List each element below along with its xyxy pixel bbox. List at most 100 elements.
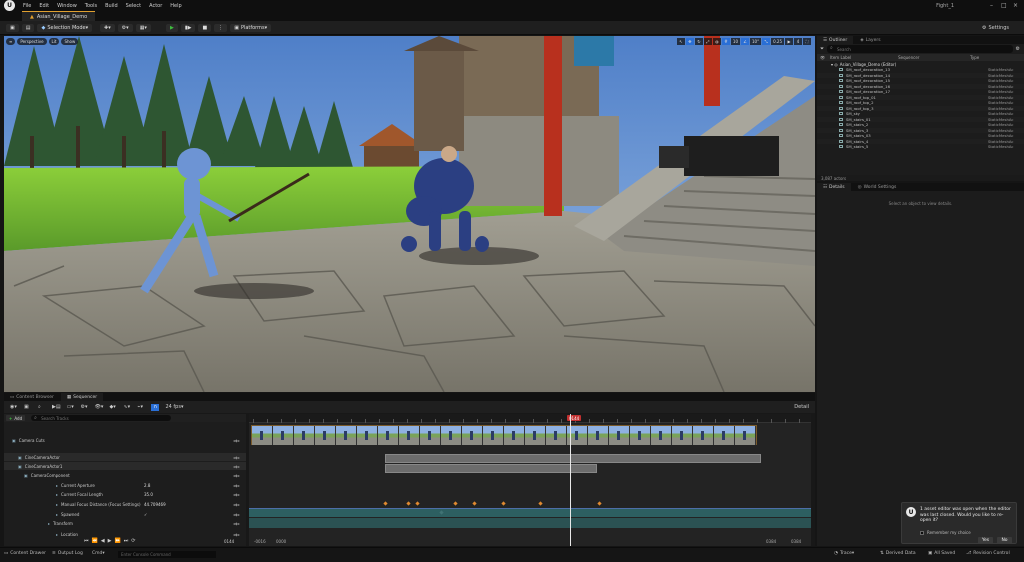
grid-snap-value[interactable]: 10: [730, 38, 740, 45]
timeline-area[interactable]: 0144: [249, 414, 811, 546]
scale-snap-icon[interactable]: ⤡: [762, 38, 771, 45]
output-log-button[interactable]: ≡ Output Log: [52, 551, 83, 556]
add-track-button[interactable]: + Add: [6, 415, 26, 421]
menu-window[interactable]: Window: [57, 3, 77, 9]
select-tool-icon[interactable]: ↖: [676, 38, 685, 45]
grid-snap-icon[interactable]: #: [721, 38, 730, 45]
viewport-options-icon[interactable]: ≡: [6, 38, 16, 45]
selection-mode-button[interactable]: ◆ Selection Mode ▾: [37, 24, 93, 32]
fps-selector[interactable]: 24 fps ▾: [165, 404, 183, 411]
save-icon[interactable]: ▣: [6, 24, 19, 32]
tab-world-settings[interactable]: ◎ World Settings: [851, 183, 903, 191]
outliner-search-input[interactable]: Search: [827, 45, 1013, 53]
stop-icon[interactable]: ■: [198, 24, 212, 32]
prev-key-icon[interactable]: ⏪: [92, 538, 98, 544]
camera-speed-icon[interactable]: ▶: [785, 38, 793, 45]
playhead-line[interactable]: [570, 414, 571, 546]
track-controls-icon[interactable]: ◂◆▸: [233, 532, 240, 537]
playback-end-field[interactable]: 0384: [766, 539, 776, 544]
scale-snap-value[interactable]: 0.25: [771, 38, 784, 45]
revision-control-button[interactable]: ⎇ Revision Control: [966, 551, 1010, 556]
keyframe-marker[interactable]: [453, 501, 458, 506]
add-actor-icon[interactable]: ✚▾: [100, 24, 115, 32]
find-asset-icon[interactable]: ⌕: [38, 404, 46, 411]
snap-magnet-icon[interactable]: ∩: [151, 403, 160, 411]
col-sequencer[interactable]: Sequencer: [898, 55, 970, 60]
track-controls-icon[interactable]: ◂◆▸: [233, 483, 240, 488]
menu-help[interactable]: Help: [170, 3, 181, 9]
show-button[interactable]: Show: [61, 38, 79, 45]
menu-select[interactable]: Select: [126, 3, 141, 9]
content-icon[interactable]: ▤: [21, 24, 35, 32]
track-row[interactable]: ▣ CineCameraActor1 ◂◆▸: [4, 462, 246, 470]
camera-icon[interactable]: ▭▾: [67, 404, 75, 411]
world-icon[interactable]: ◉▾: [10, 404, 18, 411]
loop-icon[interactable]: ⟳: [131, 538, 135, 544]
filter-icon[interactable]: ⏷: [820, 46, 824, 52]
track-search-input[interactable]: Search Tracks: [31, 415, 172, 421]
sequence-name[interactable]: Detail: [794, 404, 809, 411]
tab-sequencer[interactable]: ▦ Sequencer: [60, 393, 104, 401]
console-command-input[interactable]: Enter Console Command: [118, 551, 216, 558]
lit-button[interactable]: Lit: [48, 38, 60, 45]
track-controls-icon[interactable]: ◂◆▸: [233, 521, 240, 526]
curve-icon[interactable]: ∿▾: [123, 404, 131, 411]
play-icon[interactable]: ▶: [166, 24, 178, 32]
track-row[interactable]: ▣ Camera Cuts ◂◆▸: [4, 436, 246, 445]
menu-actor[interactable]: Actor: [149, 3, 162, 9]
jump-start-icon[interactable]: ⏮: [84, 538, 89, 544]
save-sequence-icon[interactable]: ▣: [24, 404, 32, 411]
menu-build[interactable]: Build: [105, 3, 118, 9]
track-controls-icon[interactable]: ◂◆▸: [233, 492, 240, 497]
keyframe-marker[interactable]: [501, 501, 506, 506]
play-sequence-icon[interactable]: ▶: [108, 538, 112, 544]
track-row[interactable]: ▸ Transform ◂◆▸: [4, 519, 246, 527]
reverse-play-icon[interactable]: ◀: [101, 538, 105, 544]
close-icon[interactable]: ×: [1013, 2, 1018, 9]
visibility-icon[interactable]: 👁: [820, 55, 825, 60]
step-icon[interactable]: ▮▶: [180, 24, 196, 32]
cinematics-icon[interactable]: ▦▾: [135, 24, 151, 32]
tab-layers[interactable]: ◈ Layers: [854, 36, 887, 44]
settings-icon[interactable]: ⚙: [982, 25, 986, 31]
tab-content-browser[interactable]: ▭ Content Browser: [4, 393, 60, 401]
track-row[interactable]: ▸ Current Focal Length 35.0 ◂◆▸: [4, 490, 246, 498]
tab-details[interactable]: ☷ Details: [817, 183, 851, 191]
camera-component-section[interactable]: [385, 464, 597, 473]
time-ruler[interactable]: 0144: [249, 414, 811, 423]
platforms-button[interactable]: ▣ Platforms ▾: [230, 24, 272, 32]
track-row[interactable]: ▸ Spawned ✓ ◂◆▸: [4, 510, 246, 518]
keyframe-marker[interactable]: [406, 501, 411, 506]
settings-button[interactable]: Settings: [988, 25, 1009, 31]
menu-tools[interactable]: Tools: [85, 3, 97, 9]
keyframe-marker[interactable]: [472, 501, 477, 506]
keyframe-marker[interactable]: [383, 501, 388, 506]
track-row[interactable]: ▣ CameraComponent ◂◆▸: [4, 471, 246, 479]
content-drawer-button[interactable]: ▭ Content Drawer: [4, 551, 46, 556]
track-row[interactable]: ▣ CineCameraActor ◂◆▸: [4, 453, 246, 461]
track-value[interactable]: 2.8: [144, 483, 150, 488]
track-controls-icon[interactable]: ◂◆▸: [233, 473, 240, 478]
rotate-snap-value[interactable]: 10°: [750, 38, 762, 45]
tab-outliner[interactable]: ☰ Outliner: [817, 36, 854, 44]
key-interp-icon[interactable]: ⌁▾: [137, 404, 145, 411]
menu-edit[interactable]: Edit: [39, 3, 49, 9]
camera-cuts-strip[interactable]: [251, 425, 757, 445]
blueprint-icon[interactable]: ⚙▾: [117, 24, 133, 32]
cine-camera-actor1-section[interactable]: [385, 454, 761, 463]
track-controls-icon[interactable]: ◂◆▸: [233, 464, 240, 469]
eye-icon[interactable]: 👁▾: [95, 404, 104, 411]
camera-speed-value[interactable]: 4: [794, 38, 802, 45]
playback-start-field[interactable]: 0000: [276, 539, 286, 544]
all-saved-button[interactable]: ▣ All Saved: [928, 551, 955, 556]
keyframe-marker[interactable]: [538, 501, 543, 506]
level-viewport[interactable]: ≡ Perspective Lit Show ↖ ✥ ↻ ⤢ ◍ # 10 ∠ …: [4, 36, 815, 392]
yes-button[interactable]: Yes: [978, 537, 993, 544]
track-row[interactable]: ▸ Location ◂◆▸: [4, 530, 246, 538]
menu-file[interactable]: File: [23, 3, 31, 9]
jump-end-icon[interactable]: ⏭: [124, 538, 129, 544]
col-item-label[interactable]: Item Label: [830, 55, 898, 60]
outliner-settings-icon[interactable]: ⚙: [1016, 46, 1020, 52]
playback-options-icon[interactable]: ⚙▾: [81, 404, 89, 411]
track-value[interactable]: 44.709469: [144, 502, 166, 507]
